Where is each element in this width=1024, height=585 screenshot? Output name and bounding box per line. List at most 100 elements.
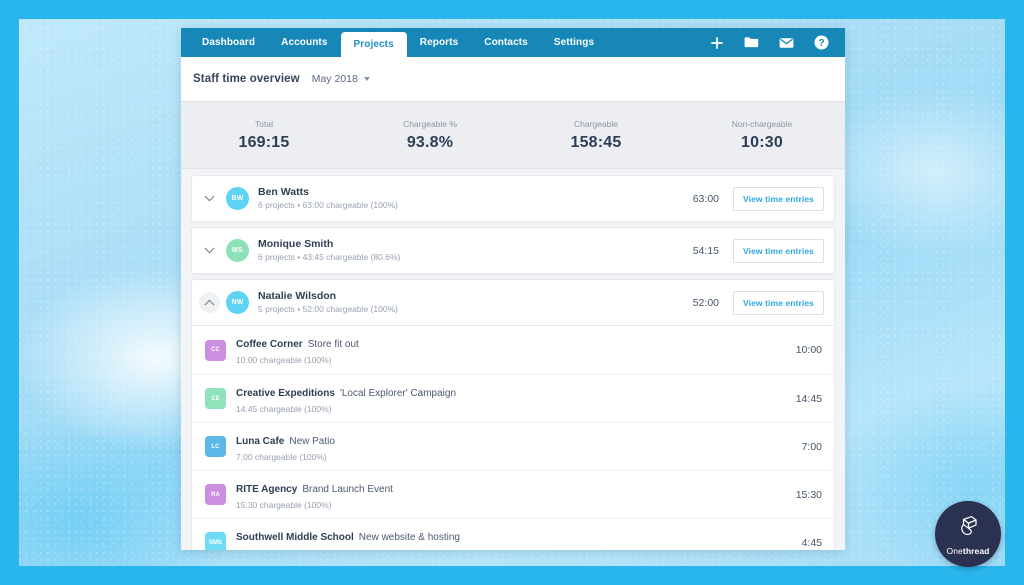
chevron-down-icon[interactable] — [199, 240, 220, 261]
project-info: Coffee Corner Store fit out 10:00 chargea… — [236, 333, 796, 366]
period-selector-label: May 2018 — [311, 73, 358, 85]
staff-row-natalie-wilsdon[interactable]: NW Natalie Wilsdon 5 projects • 52:00 ch… — [192, 280, 834, 325]
staff-total: 63:00 — [692, 192, 719, 205]
nav-tab-reports[interactable]: Reports — [407, 28, 471, 57]
nav-tab-settings[interactable]: Settings — [541, 28, 607, 57]
project-name: New Patio — [289, 435, 335, 447]
project-avatar: LC — [205, 436, 226, 457]
project-avatar: CC — [205, 339, 226, 361]
project-row[interactable]: CC Coffee Corner Store fit out 10:00 char… — [192, 326, 834, 374]
project-client: RITE Agency — [236, 483, 298, 495]
project-name: Store fit out — [307, 339, 359, 351]
project-name: New website & hosting — [358, 531, 460, 543]
staff-total: 54:15 — [692, 244, 719, 257]
avatar: BW — [226, 187, 249, 210]
top-navigation-bar: Dashboard Accounts Projects Reports Cont… — [181, 28, 845, 57]
project-total: 14:45 — [795, 392, 822, 405]
view-time-entries-button[interactable]: View time entries — [733, 238, 824, 263]
project-avatar: RA — [205, 484, 226, 505]
project-total: 15:30 — [795, 488, 822, 501]
project-client: Coffee Corner — [236, 339, 303, 351]
svg-text:?: ? — [818, 38, 824, 49]
stat-total: Total 169:15 — [181, 119, 347, 152]
project-subtitle: 14:45 chargeable (100%) — [236, 403, 332, 414]
chevron-down-icon — [363, 77, 370, 81]
project-info: Creative Expeditions 'Local Explorer' Cam… — [236, 382, 796, 415]
chevron-up-icon[interactable] — [199, 292, 220, 313]
project-subtitle: 10:00 chargeable (100%) — [236, 355, 332, 366]
nav-tab-list: Dashboard Accounts Projects Reports Cont… — [189, 28, 607, 57]
stat-non-chargeable-value: 10:30 — [741, 133, 783, 151]
staff-info: Natalie Wilsdon 5 projects • 52:00 charg… — [258, 290, 693, 316]
avatar: MS — [226, 239, 249, 262]
nav-tab-projects[interactable]: Projects — [340, 32, 407, 57]
project-info: Luna Cafe New Patio 7:00 chargeable (100%… — [236, 430, 802, 463]
stat-chargeable-percent: Chargeable % 93.8% — [347, 119, 513, 152]
staff-row-monique-smith[interactable]: MS Monique Smith 6 projects • 43:45 char… — [192, 228, 834, 273]
project-avatar: CE — [205, 388, 226, 409]
project-info: Southwell Middle School New website & hos… — [236, 526, 802, 550]
staff-subtitle: 6 projects • 43:45 chargeable (80.6%) — [258, 251, 401, 262]
staff-card: NW Natalie Wilsdon 5 projects • 52:00 ch… — [191, 279, 835, 326]
nav-tab-accounts[interactable]: Accounts — [268, 28, 340, 57]
period-selector[interactable]: May 2018 — [312, 73, 370, 85]
plus-icon[interactable] — [709, 35, 724, 50]
page-frame: Dashboard Accounts Projects Reports Cont… — [0, 0, 1024, 585]
staff-subtitle: 6 projects • 63:00 chargeable (100%) — [258, 199, 399, 210]
project-total: 7:00 — [801, 440, 822, 453]
folder-icon[interactable] — [744, 35, 759, 50]
stat-chargeable-label: Chargeable — [574, 118, 618, 129]
page-header: Staff time overview May 2018 — [181, 57, 845, 101]
project-row[interactable]: LC Luna Cafe New Patio 7:00 chargeable (1… — [192, 422, 834, 470]
project-name: 'Local Explorer' Campaign — [339, 387, 457, 399]
staff-subtitle: 5 projects • 52:00 chargeable (100%) — [258, 303, 399, 314]
project-subtitle: 4:45 chargeable (100%) — [236, 548, 802, 550]
staff-card: BW Ben Watts 6 projects • 63:00 chargeab… — [191, 175, 835, 222]
staff-total: 52:00 — [692, 296, 719, 309]
summary-stats-bar: Total 169:15 Chargeable % 93.8% Chargeab… — [181, 101, 845, 169]
app-window: Dashboard Accounts Projects Reports Cont… — [181, 28, 845, 550]
view-time-entries-button[interactable]: View time entries — [733, 186, 824, 211]
project-client: Creative Expeditions — [236, 387, 335, 399]
stat-chargeable: Chargeable 158:45 — [513, 119, 679, 152]
stat-non-chargeable-label: Non-chargeable — [731, 118, 793, 129]
help-icon[interactable]: ? — [814, 35, 829, 50]
staff-info: Monique Smith 6 projects • 43:45 chargea… — [258, 238, 693, 264]
view-time-entries-button[interactable]: View time entries — [733, 290, 824, 315]
stat-non-chargeable: Non-chargeable 10:30 — [679, 119, 845, 152]
onethread-mark-icon — [955, 513, 981, 544]
onethread-wordmark: Onethread — [947, 546, 990, 556]
stat-chargeable-percent-label: Chargeable % — [403, 118, 457, 129]
staff-time-list: BW Ben Watts 6 projects • 63:00 chargeab… — [181, 169, 845, 550]
stat-total-label: Total — [255, 118, 273, 129]
project-subtitle: 7:00 chargeable (100%) — [236, 451, 327, 462]
project-total: 10:00 — [795, 344, 822, 356]
project-subtitle: 15:30 chargeable (100%) — [236, 499, 332, 510]
onethread-logo-badge[interactable]: Onethread — [935, 501, 1001, 567]
project-row[interactable]: SMS Southwell Middle School New website &… — [192, 518, 834, 550]
project-list: CC Coffee Corner Store fit out 10:00 char… — [191, 326, 835, 550]
project-row[interactable]: CE Creative Expeditions 'Local Explorer' … — [192, 374, 834, 422]
staff-row-ben-watts[interactable]: BW Ben Watts 6 projects • 63:00 chargeab… — [192, 176, 834, 221]
project-client: Luna Cafe — [236, 435, 285, 447]
staff-name: Natalie Wilsdon — [258, 289, 337, 302]
stat-total-value: 169:15 — [238, 133, 290, 151]
page-title: Staff time overview — [193, 73, 300, 85]
stat-chargeable-value: 158:45 — [570, 133, 622, 151]
nav-tab-contacts[interactable]: Contacts — [471, 28, 541, 57]
staff-card: MS Monique Smith 6 projects • 43:45 char… — [191, 227, 835, 274]
project-info: RITE Agency Brand Launch Event 15:30 char… — [236, 478, 796, 511]
staff-name: Ben Watts — [258, 185, 309, 198]
project-avatar: SMS — [205, 532, 226, 550]
project-row[interactable]: RA RITE Agency Brand Launch Event 15:30 c… — [192, 470, 834, 518]
staff-name: Monique Smith — [258, 237, 334, 250]
staff-info: Ben Watts 6 projects • 63:00 chargeable … — [258, 186, 693, 212]
avatar: NW — [226, 291, 249, 314]
project-client: Southwell Middle School — [236, 531, 354, 543]
project-name: Brand Launch Event — [302, 483, 393, 495]
nav-tab-dashboard[interactable]: Dashboard — [189, 28, 268, 57]
chevron-down-icon[interactable] — [199, 188, 220, 209]
envelope-icon[interactable] — [779, 35, 794, 50]
wordmark-thread: thread — [962, 545, 990, 556]
wordmark-one: One — [946, 545, 963, 556]
